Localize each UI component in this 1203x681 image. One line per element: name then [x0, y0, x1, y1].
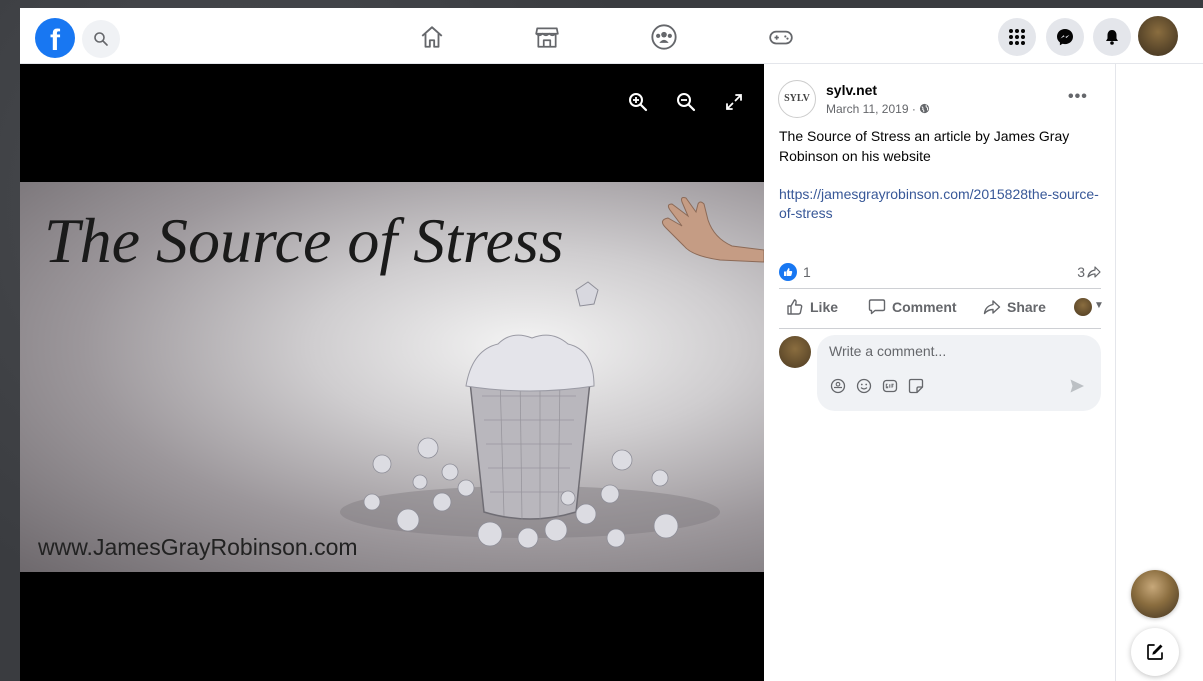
chevron-down-icon[interactable]: ▼: [1094, 300, 1104, 311]
post-date-text: March 11, 2019 ·: [826, 102, 916, 116]
post-link[interactable]: https://jamesgrayrobinson.com/2015828the…: [779, 185, 1101, 223]
groups-tab[interactable]: [644, 20, 684, 54]
like-button[interactable]: Like: [786, 292, 838, 322]
zoom-out-button[interactable]: [674, 90, 698, 114]
emoji-button[interactable]: [855, 377, 873, 395]
post-photo[interactable]: The Source of Stress www.JamesGrayRobins…: [20, 182, 764, 572]
reaction-count[interactable]: 1: [803, 264, 811, 280]
send-icon: [1070, 379, 1084, 393]
marketplace-icon: [535, 27, 559, 48]
search-icon: [94, 32, 108, 46]
more-options-button[interactable]: •••: [1068, 88, 1088, 106]
marketplace-tab[interactable]: [527, 20, 567, 54]
messenger-icon: [1057, 29, 1073, 46]
home-icon: [421, 26, 443, 48]
contact-chat-avatar[interactable]: [1131, 570, 1179, 618]
comment-input[interactable]: [829, 343, 1079, 359]
gif-icon: [882, 379, 898, 393]
avatar-sticker-button[interactable]: [829, 377, 847, 395]
share-arrow-icon: [1087, 266, 1101, 278]
sticker-button[interactable]: [907, 377, 925, 395]
page-avatar[interactable]: SYLV: [778, 80, 816, 118]
groups-icon: [651, 24, 677, 50]
share-button[interactable]: Share: [983, 292, 1046, 322]
gif-button[interactable]: [881, 377, 899, 395]
comment-icon: [868, 299, 886, 315]
profile-avatar[interactable]: [1138, 16, 1178, 56]
zoom-in-icon: [629, 93, 648, 112]
page-name-link[interactable]: sylv.net: [826, 82, 877, 98]
emoji-icon: [856, 378, 872, 394]
share-icon: [983, 300, 1001, 315]
avatar-sticker-icon: [830, 378, 846, 394]
post-details-panel: SYLV sylv.net March 11, 2019 · ••• The S…: [764, 64, 1116, 681]
audience-selector-avatar[interactable]: [1074, 298, 1092, 316]
messenger-button[interactable]: [1046, 18, 1084, 56]
thumbs-up-icon: [787, 299, 803, 315]
top-navigation-bar: f: [20, 8, 1203, 64]
like-reaction-icon[interactable]: [779, 263, 797, 281]
like-button-label: Like: [810, 299, 839, 315]
zoom-in-button[interactable]: [626, 90, 650, 114]
divider: [779, 328, 1101, 329]
expand-icon: [726, 94, 742, 110]
image-url-text: www.JamesGrayRobinson.com: [38, 534, 358, 560]
comment-composer: [817, 335, 1101, 411]
notifications-icon: [1106, 30, 1118, 45]
fullscreen-button[interactable]: [722, 90, 746, 114]
post-text: The Source of Stress an article by James…: [779, 128, 1070, 164]
menu-grid-icon: [1009, 29, 1025, 45]
share-count-text: 3: [1077, 264, 1085, 280]
share-button-label: Share: [1007, 299, 1046, 315]
current-user-avatar[interactable]: [779, 336, 811, 368]
send-comment-button[interactable]: [1069, 378, 1085, 399]
image-title-text: The Source of Stress: [44, 205, 564, 276]
menu-button[interactable]: [998, 18, 1036, 56]
facebook-logo[interactable]: f: [35, 18, 75, 58]
globe-icon: [920, 103, 930, 114]
reactions-row: 1 3: [779, 260, 1101, 284]
zoom-out-icon: [677, 93, 696, 112]
photo-viewer: The Source of Stress www.JamesGrayRobins…: [20, 64, 764, 681]
gaming-icon: [769, 30, 793, 45]
share-count[interactable]: 3: [1077, 264, 1101, 280]
home-tab[interactable]: [412, 20, 452, 54]
browser-window: f The Source of Stress www.JamesGrayRobi…: [20, 8, 1203, 681]
comment-button[interactable]: Comment: [868, 292, 957, 322]
new-message-button[interactable]: [1131, 628, 1179, 676]
divider: [779, 288, 1101, 289]
gaming-tab[interactable]: [761, 20, 801, 54]
search-button[interactable]: [82, 20, 120, 58]
notifications-button[interactable]: [1093, 18, 1131, 56]
post-timestamp[interactable]: March 11, 2019 ·: [826, 102, 930, 116]
comment-button-label: Comment: [892, 299, 957, 315]
compose-icon: [1147, 644, 1163, 660]
sticker-icon: [908, 378, 924, 394]
